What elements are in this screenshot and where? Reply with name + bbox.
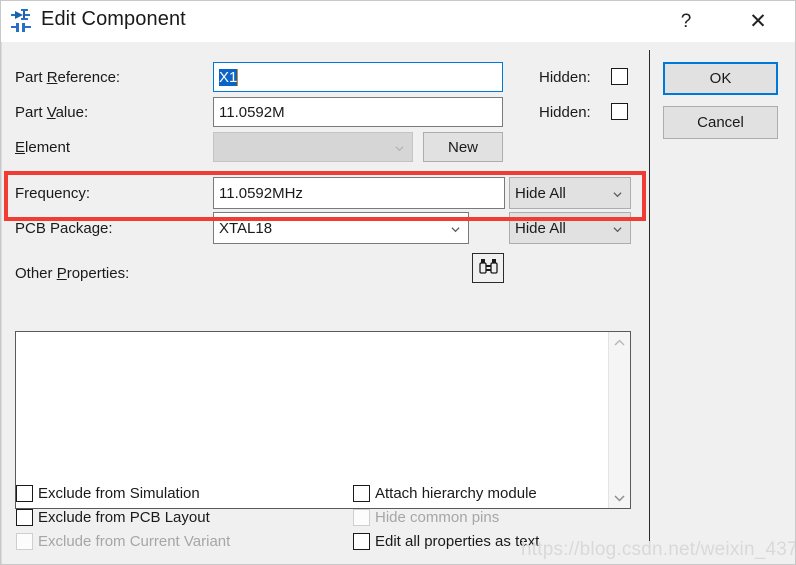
pcb-package-visibility-value: Hide All	[515, 219, 566, 237]
edit-all-properties-as-text-label: Edit all properties as text	[375, 533, 540, 550]
pcb-package-value: XTAL18	[219, 219, 273, 237]
checkbox-box	[16, 533, 33, 550]
other-properties-textarea[interactable]	[15, 331, 631, 509]
part-reference-hidden-checkbox[interactable]	[611, 68, 628, 85]
edit-component-dialog: Edit Component ? ✕ Part Reference: X1 Hi…	[0, 0, 796, 565]
exclude-from-current-variant-checkbox: Exclude from Current Variant	[16, 533, 230, 550]
part-value-hidden-checkbox[interactable]	[611, 103, 628, 120]
frequency-visibility-dropdown[interactable]: Hide All	[509, 177, 631, 209]
checkbox-box	[611, 68, 628, 85]
close-icon[interactable]: ✕	[735, 1, 781, 42]
hide-common-pins-checkbox: Hide common pins	[353, 509, 499, 526]
frequency-visibility-value: Hide All	[515, 184, 566, 202]
pcb-package-dropdown[interactable]: XTAL18	[213, 212, 469, 244]
cancel-button[interactable]: Cancel	[663, 106, 778, 139]
attach-hierarchy-module-checkbox[interactable]: Attach hierarchy module	[353, 485, 537, 502]
window-title: Edit Component	[41, 8, 186, 30]
title-bar: Edit Component ? ✕	[1, 1, 795, 42]
other-properties-label: Other Properties:	[15, 265, 130, 282]
exclude-from-pcb-layout-checkbox[interactable]: Exclude from PCB Layout	[16, 509, 210, 526]
frequency-input[interactable]: 11.0592MHz	[213, 177, 505, 209]
part-reference-value: X1	[219, 68, 238, 86]
scroll-down-icon[interactable]	[609, 487, 630, 508]
frequency-label: Frequency:	[15, 185, 91, 202]
ok-button[interactable]: OK	[663, 62, 778, 95]
element-label: Element	[15, 139, 71, 156]
vertical-divider	[649, 50, 650, 545]
checkbox-box	[353, 485, 370, 502]
text-caret	[237, 68, 239, 86]
pcb-package-find-button[interactable]	[472, 253, 504, 283]
component-symbol-icon	[11, 8, 35, 34]
chevron-down-icon	[451, 227, 460, 233]
dialog-body: Part Reference: X1 Hidden: Part Value: 1…	[1, 42, 795, 564]
exclude-from-pcb-layout-label: Exclude from PCB Layout	[38, 509, 210, 526]
element-dropdown[interactable]	[213, 132, 413, 162]
chevron-down-icon	[395, 146, 404, 152]
part-reference-hidden-label: Hidden:	[539, 69, 591, 86]
part-value-input[interactable]: 11.0592M	[213, 97, 503, 127]
chevron-down-icon	[613, 192, 622, 198]
checkbox-box	[611, 103, 628, 120]
part-reference-label: Part Reference:	[15, 69, 121, 86]
part-value-value: 11.0592M	[219, 103, 285, 121]
hide-common-pins-label: Hide common pins	[375, 509, 500, 526]
part-reference-input[interactable]: X1	[213, 62, 503, 92]
other-properties-scrollbar[interactable]	[608, 332, 630, 508]
exclude-from-current-variant-label: Exclude from Current Variant	[38, 533, 231, 550]
exclude-from-simulation-checkbox[interactable]: Exclude from Simulation	[16, 485, 200, 502]
exclude-from-simulation-label: Exclude from Simulation	[38, 485, 200, 502]
left-border	[1, 42, 2, 564]
part-value-hidden-label: Hidden:	[539, 104, 591, 121]
checkbox-box	[16, 509, 33, 526]
attach-hierarchy-module-label: Attach hierarchy module	[375, 485, 537, 502]
frequency-value: 11.0592MHz	[219, 184, 303, 202]
edit-all-properties-as-text-checkbox[interactable]: Edit all properties as text	[353, 533, 539, 550]
checkbox-box	[16, 485, 33, 502]
chevron-down-icon	[613, 227, 622, 233]
checkbox-box	[353, 533, 370, 550]
help-icon[interactable]: ?	[663, 1, 709, 42]
element-new-button[interactable]: New	[423, 132, 503, 162]
pcb-package-visibility-dropdown[interactable]: Hide All	[509, 212, 631, 244]
binoculars-icon	[478, 258, 498, 279]
checkbox-box	[353, 509, 370, 526]
pcb-package-label: PCB Package:	[15, 220, 113, 237]
scroll-up-icon[interactable]	[609, 332, 630, 353]
part-value-label: Part Value:	[15, 104, 89, 121]
